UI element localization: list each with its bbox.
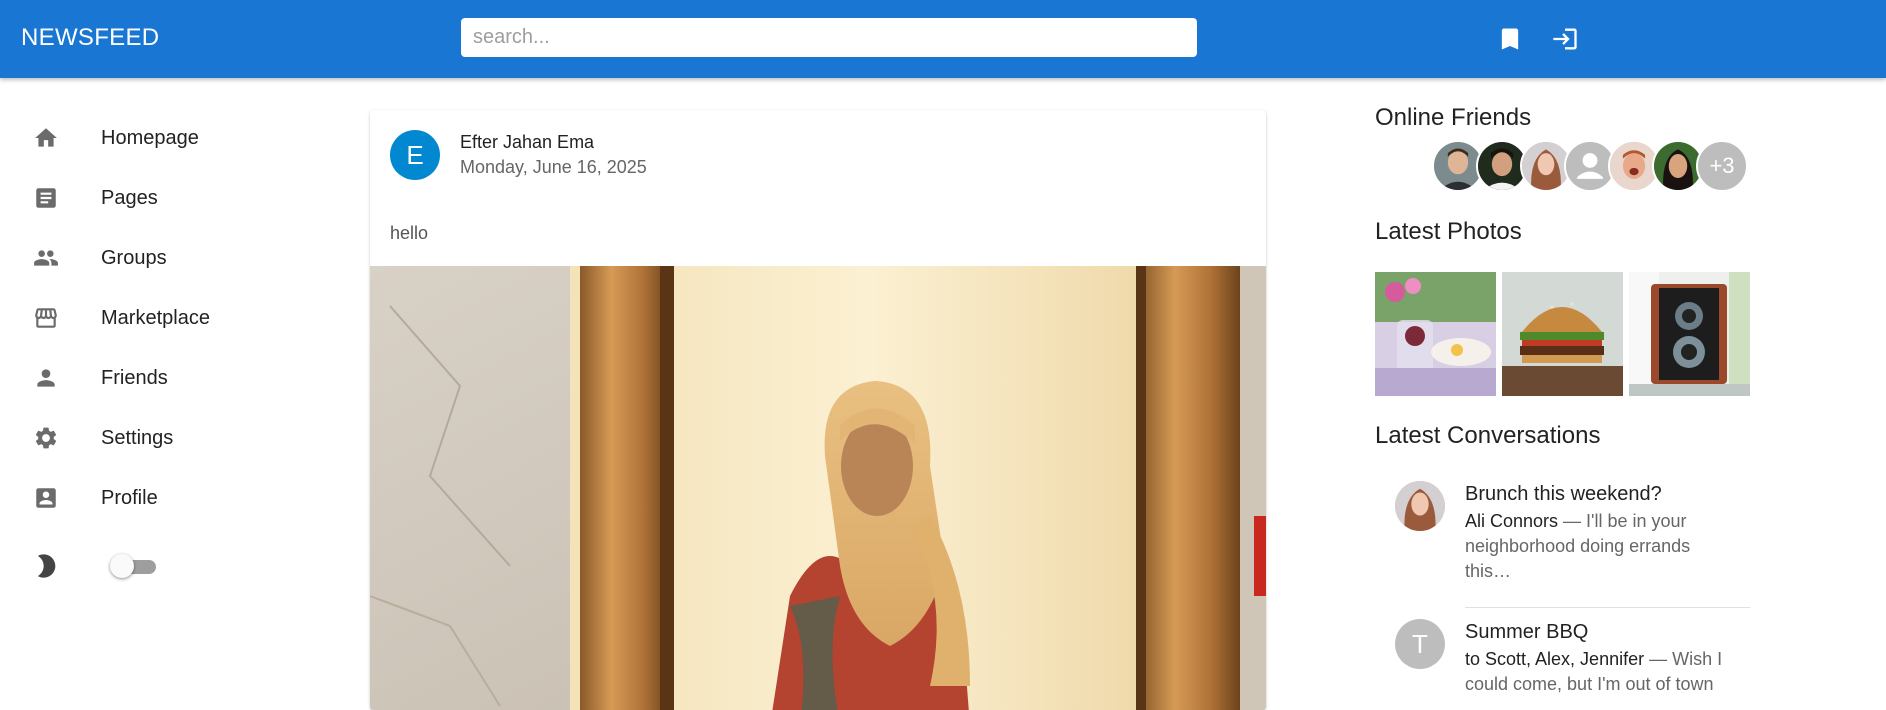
post-image[interactable] bbox=[370, 266, 1266, 710]
sidebar-item-label: Groups bbox=[101, 246, 167, 269]
post-body: hello bbox=[390, 223, 429, 243]
sidebar-item-pages[interactable]: Pages bbox=[0, 173, 320, 223]
conversation-sender: Ali Connors bbox=[1465, 511, 1559, 531]
home-icon bbox=[32, 124, 60, 152]
account-box-icon bbox=[32, 484, 60, 512]
latest-photos-title: Latest Photos bbox=[1375, 218, 1522, 245]
photo-thumbnail[interactable] bbox=[1502, 272, 1623, 396]
sidebar-item-profile[interactable]: Profile bbox=[0, 473, 320, 523]
conversation-preview: Ali Connors — I'll be in your neighborho… bbox=[1465, 509, 1735, 584]
login-icon[interactable] bbox=[1550, 24, 1580, 54]
search-input[interactable] bbox=[461, 18, 1197, 57]
post-date: Monday, June 16, 2025 bbox=[460, 157, 647, 177]
dark-mode-toggle[interactable] bbox=[110, 554, 160, 578]
divider bbox=[1465, 607, 1750, 608]
storefront-icon bbox=[32, 304, 60, 332]
post-author: Efter Jahan Ema bbox=[460, 132, 595, 152]
conversation-preview: to Scott, Alex, Jennifer — Wish I could … bbox=[1465, 647, 1735, 697]
latest-conversations-title: Latest Conversations bbox=[1375, 422, 1601, 449]
online-friends-title: Online Friends bbox=[1375, 104, 1532, 131]
sidebar-item-label: Friends bbox=[101, 366, 168, 389]
dark-mode-row bbox=[0, 542, 320, 592]
sidebar-item-groups[interactable]: Groups bbox=[0, 233, 320, 283]
sidebar-item-friends[interactable]: Friends bbox=[0, 353, 320, 403]
conversation-item[interactable]: T Summer BBQ to Scott, Alex, Jennifer — … bbox=[1375, 611, 1815, 701]
conversation-title: Brunch this weekend? bbox=[1465, 483, 1662, 505]
sidebar-item-label: Homepage bbox=[101, 126, 199, 149]
sidebar-item-label: Profile bbox=[101, 486, 158, 509]
conversation-avatar bbox=[1395, 481, 1445, 531]
photo-thumbnail[interactable] bbox=[1629, 272, 1750, 396]
post-avatar[interactable]: E bbox=[390, 130, 440, 180]
post-card: E Efter Jahan Ema Monday, June 16, 2025 … bbox=[370, 110, 1266, 710]
conversation-title: Summer BBQ bbox=[1465, 621, 1589, 643]
conversation-avatar: T bbox=[1395, 619, 1445, 669]
brand-logo[interactable]: NEWSFEED bbox=[21, 24, 159, 52]
more-friends-badge[interactable]: +3 bbox=[1696, 140, 1748, 192]
sidebar-item-marketplace[interactable]: Marketplace bbox=[0, 293, 320, 343]
person-icon bbox=[32, 364, 60, 392]
sidebar-item-settings[interactable]: Settings bbox=[0, 413, 320, 463]
sidebar-item-label: Pages bbox=[101, 186, 158, 209]
sidebar-item-label: Marketplace bbox=[101, 306, 210, 329]
bookmark-icon[interactable] bbox=[1495, 24, 1525, 54]
gear-icon bbox=[32, 424, 60, 452]
conversation-item[interactable]: Brunch this weekend? Ali Connors — I'll … bbox=[1375, 473, 1815, 603]
toggle-thumb bbox=[110, 554, 134, 578]
sidebar-item-label: Settings bbox=[101, 426, 174, 449]
article-icon bbox=[32, 184, 60, 212]
groups-icon bbox=[32, 244, 60, 272]
moon-icon bbox=[32, 552, 60, 580]
conversation-sender: to Scott, Alex, Jennifer bbox=[1465, 649, 1645, 669]
app-bar: NEWSFEED bbox=[0, 0, 1886, 78]
photo-thumbnail[interactable] bbox=[1375, 272, 1496, 396]
sidebar-item-homepage[interactable]: Homepage bbox=[0, 113, 320, 163]
